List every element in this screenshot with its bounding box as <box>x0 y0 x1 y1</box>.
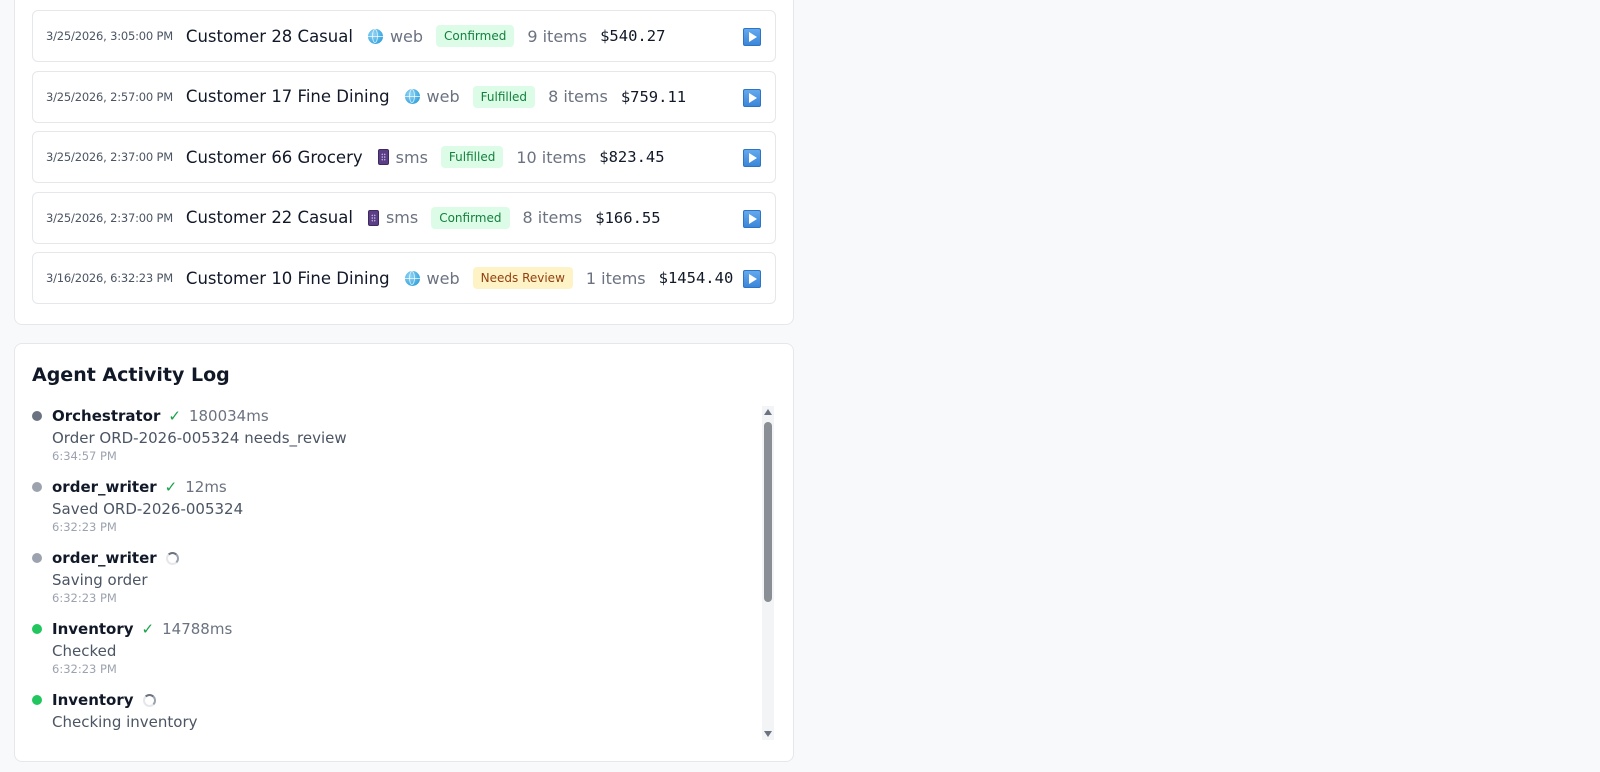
log-entry-header: Inventory <box>32 690 732 710</box>
log-entry-header: order_writer ✓ 12ms <box>32 477 732 497</box>
duration: 14788ms <box>162 620 233 638</box>
order-total: $823.45 <box>599 148 665 166</box>
order-channel: web <box>404 87 460 106</box>
spinner-icon <box>165 551 179 565</box>
scroll-up-arrow-icon[interactable] <box>764 409 772 415</box>
log-timestamp: 6:32:23 PM <box>52 591 117 605</box>
check-icon: ✓ <box>141 620 155 638</box>
log-entry: order_writer Saving order 6:32:23 PM <box>32 548 732 605</box>
play-button[interactable] <box>743 149 761 167</box>
log-entry-header: order_writer <box>32 548 732 568</box>
scroll-thumb[interactable] <box>764 422 772 602</box>
status-badge: Confirmed <box>431 206 510 229</box>
order-total: $540.27 <box>600 27 666 45</box>
order-row[interactable]: 3/25/2026, 2:37:00 PM Customer 66 Grocery… <box>32 131 776 183</box>
order-timestamp: 3/16/2026, 6:32:23 PM <box>46 271 173 285</box>
order-total: $166.55 <box>595 208 661 227</box>
check-icon: ✓ <box>164 478 178 496</box>
order-row[interactable]: 3/16/2026, 6:32:23 PM Customer 10 Fine Di… <box>32 252 776 304</box>
duration: 12ms <box>185 478 227 496</box>
order-row[interactable]: 3/25/2026, 3:05:00 PM Customer 28 Casual w… <box>32 10 776 62</box>
status-badge: Confirmed <box>436 25 515 47</box>
agent-name: order_writer <box>52 549 157 567</box>
channel-label: web <box>426 87 460 106</box>
agent-status-dot <box>32 411 42 421</box>
log-entry: Orchestrator ✓ 180034ms Order ORD-2026-0053… <box>32 406 732 463</box>
log-timestamp: 6:32:23 PM <box>52 662 117 676</box>
recent-orders-card: 3/25/2026, 3:05:00 PM Customer 28 Casual w… <box>14 0 794 325</box>
item-count: 10 items <box>516 147 587 167</box>
play-button[interactable] <box>743 270 761 288</box>
agent-status-dot <box>32 482 42 492</box>
log-timestamp: 6:32:23 PM <box>52 520 117 534</box>
log-message: Saved ORD-2026-005324 <box>52 500 244 518</box>
order-timestamp: 3/25/2026, 2:37:00 PM <box>46 210 173 225</box>
log-message: Checked <box>52 642 117 660</box>
globe-icon <box>367 28 383 44</box>
play-button[interactable] <box>743 209 761 228</box>
agent-status-dot <box>32 695 42 705</box>
order-channel: web <box>367 26 424 46</box>
log-message: Checking inventory <box>52 713 198 731</box>
customer-name: Customer 22 Casual <box>185 208 353 227</box>
agent-name: Orchestrator <box>52 407 161 425</box>
order-channel: web <box>404 268 460 288</box>
customer-name: Customer 28 Casual <box>185 26 353 46</box>
channel-label: web <box>389 26 424 46</box>
item-count: 8 items <box>548 87 608 106</box>
order-row[interactable]: 3/25/2026, 2:37:00 PM Customer 22 Casual s… <box>32 191 776 244</box>
log-entry-header: Orchestrator ✓ 180034ms <box>32 406 732 426</box>
log-timestamp: 6:34:57 PM <box>52 449 117 463</box>
globe-icon <box>404 89 420 104</box>
activity-log-scrollbar[interactable] <box>762 406 774 740</box>
agent-status-dot <box>32 553 42 563</box>
log-entry: Inventory ✓ 14788ms Checked 6:32:23 PM <box>32 619 732 676</box>
order-channel: sms <box>377 147 428 167</box>
log-message: Saving order <box>52 571 148 589</box>
agent-name: Inventory <box>52 691 134 709</box>
order-timestamp: 3/25/2026, 2:37:00 PM <box>46 150 173 164</box>
mobile-phone-icon <box>377 149 389 165</box>
globe-icon <box>404 270 420 286</box>
channel-label: web <box>426 268 460 288</box>
log-entry-header: Inventory ✓ 14788ms <box>32 619 732 639</box>
customer-name: Customer 10 Fine Dining <box>185 268 390 288</box>
agent-status-dot <box>32 624 42 634</box>
scroll-down-arrow-icon[interactable] <box>764 731 772 737</box>
activity-log-title: Agent Activity Log <box>32 364 230 386</box>
order-timestamp: 3/25/2026, 2:57:00 PM <box>46 89 173 104</box>
order-timestamp: 3/25/2026, 3:05:00 PM <box>46 29 173 43</box>
channel-label: sms <box>385 208 419 227</box>
customer-name: Customer 17 Fine Dining <box>185 87 390 106</box>
order-channel: sms <box>367 208 419 227</box>
activity-log-list[interactable]: Orchestrator ✓ 180034ms Order ORD-2026-0053… <box>32 406 748 740</box>
spinner-icon <box>142 693 156 707</box>
check-icon: ✓ <box>168 407 181 425</box>
mobile-phone-icon <box>367 209 379 226</box>
channel-label: sms <box>395 147 428 167</box>
status-badge: Needs Review <box>472 267 573 289</box>
order-total: $1454.40 <box>658 269 734 287</box>
duration: 180034ms <box>188 407 269 425</box>
order-row[interactable]: 3/25/2026, 2:57:00 PM Customer 17 Fine Di… <box>32 70 776 123</box>
play-button[interactable] <box>743 28 761 46</box>
agent-name: Inventory <box>52 620 134 638</box>
order-total: $759.11 <box>620 87 687 106</box>
status-badge: Fulfilled <box>440 146 504 168</box>
agent-activity-log-card: Agent Activity Log Orchestrator ✓ 180034ms… <box>14 343 794 762</box>
item-count: 1 items <box>585 268 646 288</box>
play-button[interactable] <box>743 88 761 107</box>
log-entry: order_writer ✓ 12ms Saved ORD-2026-005324 6:… <box>32 477 732 534</box>
agent-name: order_writer <box>52 478 157 496</box>
status-badge: Fulfilled <box>472 85 536 108</box>
log-message: Order ORD-2026-005324 needs_review <box>52 429 347 447</box>
item-count: 8 items <box>522 208 583 227</box>
item-count: 9 items <box>527 26 588 46</box>
customer-name: Customer 66 Grocery <box>185 147 363 167</box>
log-entry: Inventory Checking inventory <box>32 690 732 731</box>
